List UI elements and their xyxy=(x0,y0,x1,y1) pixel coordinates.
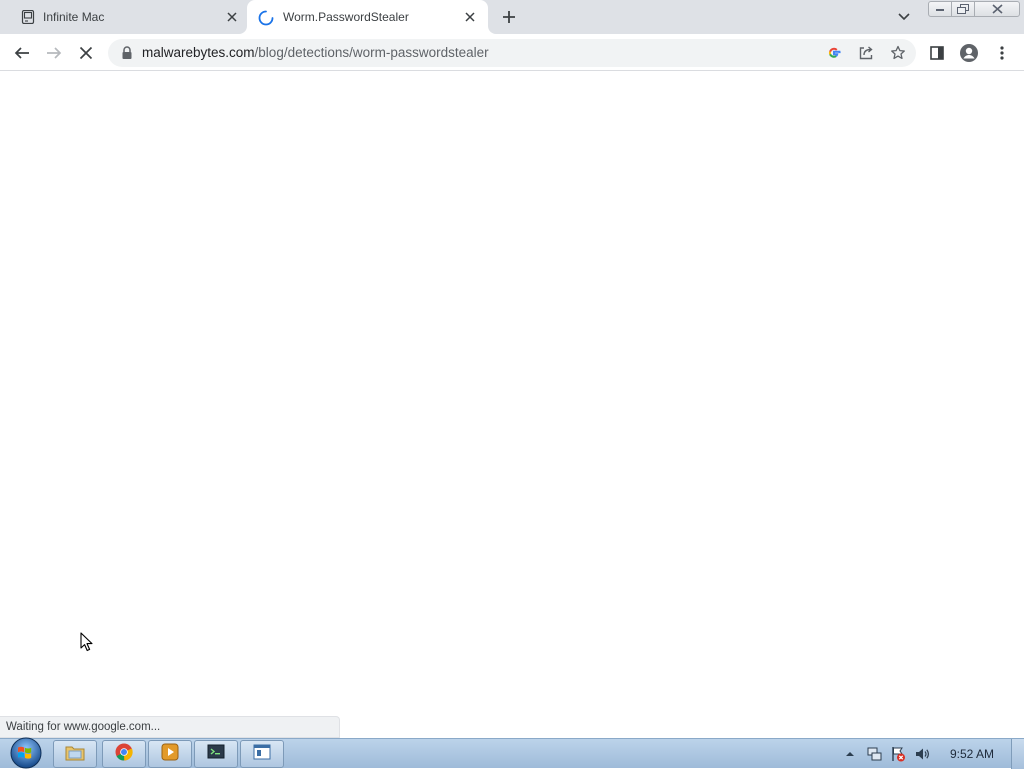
url-path: /blog/detections/worm-passwordstealer xyxy=(254,45,489,60)
restore-button[interactable] xyxy=(951,1,975,17)
url-text: malwarebytes.com/blog/detections/worm-pa… xyxy=(142,45,489,60)
chrome-icon xyxy=(115,743,133,766)
system-tray xyxy=(840,739,1024,769)
network-icon[interactable] xyxy=(866,746,882,762)
address-bar[interactable]: malwarebytes.com/blog/detections/worm-pa… xyxy=(108,39,916,67)
tab-title: Infinite Mac xyxy=(43,10,105,24)
classic-mac-icon xyxy=(21,9,35,25)
loading-spinner-icon xyxy=(258,10,274,26)
terminal-button[interactable] xyxy=(194,740,238,768)
window-button[interactable] xyxy=(240,740,284,768)
show-desktop-button[interactable] xyxy=(1011,739,1024,769)
lock-icon[interactable] xyxy=(121,46,133,60)
close-window-button[interactable] xyxy=(974,1,1020,17)
action-center-warning-icon[interactable] xyxy=(890,746,906,762)
kebab-menu-icon[interactable] xyxy=(992,43,1012,63)
media-player-icon xyxy=(161,743,179,766)
minimize-button[interactable] xyxy=(928,1,952,17)
terminal-icon xyxy=(207,744,225,765)
tab-title: Worm.PasswordStealer xyxy=(283,10,409,24)
media-player-button[interactable] xyxy=(148,740,192,768)
start-orb-icon[interactable] xyxy=(8,737,44,769)
google-icon[interactable] xyxy=(825,44,843,62)
url-domain: malwarebytes.com xyxy=(142,45,255,60)
forward-arrow-icon[interactable] xyxy=(44,43,64,63)
side-panel-icon[interactable] xyxy=(927,43,947,63)
back-arrow-icon[interactable] xyxy=(12,43,32,63)
chevron-down-icon[interactable] xyxy=(897,9,913,25)
profile-avatar-icon[interactable] xyxy=(959,43,979,63)
bookmark-star-icon[interactable] xyxy=(889,44,907,62)
window-icon xyxy=(253,744,271,765)
stop-loading-icon[interactable] xyxy=(76,43,96,63)
tab-worm-passwordstealer[interactable]: Worm.PasswordStealer xyxy=(247,0,488,34)
tab-strip: Infinite Mac Worm.PasswordStealer xyxy=(0,0,1024,34)
taskbar-clock[interactable]: 9:52 AM xyxy=(950,747,994,761)
folder-icon xyxy=(65,743,85,766)
chrome-taskbar-button[interactable] xyxy=(102,740,146,768)
browser-toolbar: malwarebytes.com/blog/detections/worm-pa… xyxy=(0,34,1024,71)
mouse-pointer-icon xyxy=(80,632,94,652)
windows-taskbar: 9:52 AM xyxy=(0,737,1024,769)
show-hidden-icons-icon[interactable] xyxy=(842,746,858,762)
share-icon[interactable] xyxy=(857,44,875,62)
file-explorer-button[interactable] xyxy=(53,740,97,768)
close-tab-icon[interactable] xyxy=(462,9,478,25)
status-bubble: Waiting for www.google.com... xyxy=(0,716,340,738)
tab-infinite-mac[interactable]: Infinite Mac xyxy=(0,0,247,34)
new-tab-plus-icon[interactable] xyxy=(499,7,519,27)
close-tab-icon[interactable] xyxy=(224,9,240,25)
page-content xyxy=(0,71,1024,738)
volume-icon[interactable] xyxy=(914,746,930,762)
